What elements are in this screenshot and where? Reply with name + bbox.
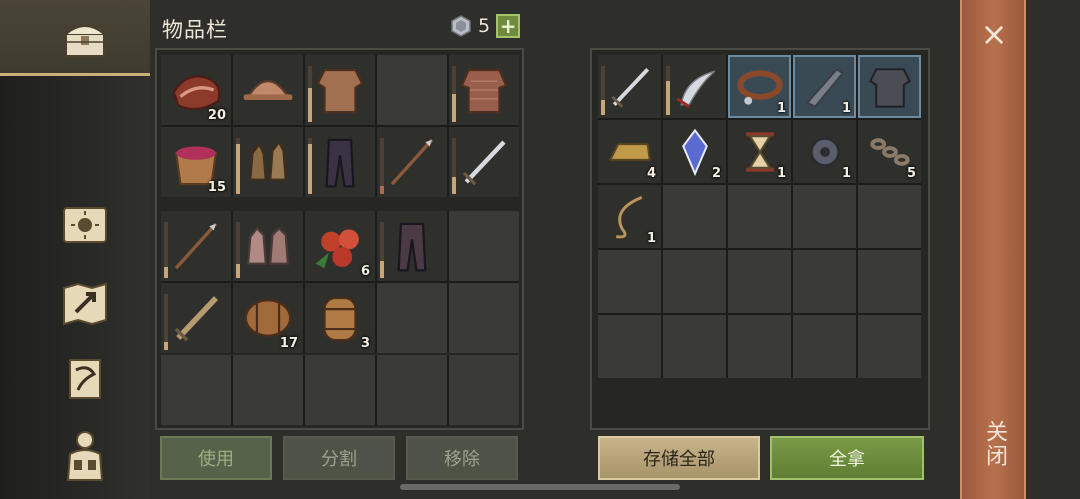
inventory-slot[interactable]: 20 [161, 55, 231, 125]
inventory-slot[interactable]: 6 [305, 211, 375, 281]
chest-slot[interactable] [858, 55, 921, 118]
chest-icon[interactable] [58, 12, 112, 66]
durability-bar [666, 66, 670, 115]
inventory-grid-middle: 6 17 3 [161, 211, 519, 353]
add-gems-button[interactable]: + [496, 14, 521, 38]
take-all-button[interactable]: 全拿 [770, 436, 924, 480]
item-quantity: 3 [360, 336, 370, 351]
inventory-slot[interactable] [449, 211, 519, 281]
item-quantity: 20 [207, 108, 226, 123]
durability-bar [452, 138, 456, 194]
chest-slot[interactable] [728, 315, 791, 378]
remove-button[interactable]: 移除 [406, 436, 518, 480]
close-icon[interactable]: × [978, 18, 1010, 50]
inventory-slot[interactable] [305, 127, 375, 197]
inventory-slot[interactable] [233, 211, 303, 281]
item-quantity: 2 [711, 166, 721, 181]
store-all-button[interactable]: 存储全部 [598, 436, 760, 480]
inventory-slot[interactable] [377, 55, 447, 125]
item-quantity: 1 [841, 166, 851, 181]
item-quantity: 1 [776, 166, 786, 181]
inventory-slot[interactable] [377, 355, 447, 425]
inventory-slot[interactable] [377, 283, 447, 353]
chest-slot[interactable] [728, 250, 791, 313]
use-button[interactable]: 使用 [160, 436, 272, 480]
chest-slot[interactable]: 1 [793, 55, 856, 118]
item-quantity: 5 [906, 166, 916, 181]
inventory-slot[interactable]: 15 [161, 127, 231, 197]
chest-slot[interactable] [793, 185, 856, 248]
chest-slot[interactable] [663, 315, 726, 378]
durability-bar [308, 138, 312, 194]
item-quantity: 1 [776, 101, 786, 116]
chest-grid: 1 1 4 2 1 1 5 1 [598, 55, 921, 378]
chest-slot[interactable] [858, 185, 921, 248]
inventory-slot[interactable] [449, 127, 519, 197]
chest-slot[interactable] [793, 250, 856, 313]
scrollbar[interactable] [400, 484, 680, 490]
gem-icon [451, 15, 471, 37]
chest-slot[interactable] [858, 315, 921, 378]
durability-bar [308, 66, 312, 122]
chest-slot[interactable]: 4 [598, 120, 661, 183]
inventory-slot[interactable] [233, 355, 303, 425]
durability-bar [380, 222, 384, 278]
durability-bar [601, 66, 605, 115]
panel-title: 物品栏 [162, 18, 228, 42]
inventory-slot[interactable] [233, 55, 303, 125]
chest-slot[interactable]: 2 [663, 120, 726, 183]
inventory-slot[interactable] [449, 55, 519, 125]
chest-slot[interactable]: 5 [858, 120, 921, 183]
item-quantity: 4 [646, 166, 656, 181]
chest-slot[interactable]: 1 [793, 120, 856, 183]
chest-slot[interactable]: 1 [728, 120, 791, 183]
sun-scroll-icon[interactable] [58, 198, 112, 252]
inventory-slot[interactable] [377, 211, 447, 281]
inventory-slot[interactable] [449, 355, 519, 425]
chest-slot[interactable] [793, 315, 856, 378]
chest-slot[interactable]: 1 [728, 55, 791, 118]
gem-count: 5 [478, 15, 491, 37]
split-button[interactable]: 分割 [283, 436, 395, 480]
gem-counter: 5 + [450, 14, 521, 38]
item-quantity: 15 [207, 180, 226, 195]
chest-slot[interactable] [663, 55, 726, 118]
item-quantity: 1 [841, 101, 851, 116]
durability-bar [452, 66, 456, 122]
character-icon[interactable] [58, 428, 112, 482]
chest-slot[interactable] [598, 250, 661, 313]
inventory-slot[interactable] [233, 127, 303, 197]
inventory-slot[interactable] [161, 211, 231, 281]
item-quantity: 1 [646, 231, 656, 246]
chest-slot[interactable] [598, 315, 661, 378]
quest-scroll-icon[interactable] [58, 352, 112, 406]
inventory-slot[interactable] [377, 127, 447, 197]
inventory-grid-bottom [161, 355, 519, 425]
inventory-grid-top: 20 15 [161, 55, 519, 197]
inventory-slot[interactable]: 3 [305, 283, 375, 353]
inventory-slot[interactable]: 17 [233, 283, 303, 353]
inventory-slot[interactable] [305, 55, 375, 125]
chest-slot[interactable] [598, 55, 661, 118]
durability-bar [236, 222, 240, 278]
close-label[interactable]: 关闭 [978, 420, 1010, 468]
durability-bar [380, 138, 384, 194]
durability-bar [164, 294, 168, 350]
durability-bar [236, 138, 240, 194]
inventory-slot[interactable] [305, 355, 375, 425]
item-quantity: 6 [360, 264, 370, 279]
inventory-slot[interactable] [161, 355, 231, 425]
chest-slot[interactable]: 1 [598, 185, 661, 248]
chest-slot[interactable] [663, 250, 726, 313]
chest-slot[interactable] [728, 185, 791, 248]
inventory-slot[interactable] [161, 283, 231, 353]
chest-slot[interactable] [663, 185, 726, 248]
chest-slot[interactable] [858, 250, 921, 313]
durability-bar [164, 222, 168, 278]
item-quantity: 17 [279, 336, 298, 351]
inventory-slot[interactable] [449, 283, 519, 353]
crafting-map-icon[interactable] [58, 276, 112, 330]
